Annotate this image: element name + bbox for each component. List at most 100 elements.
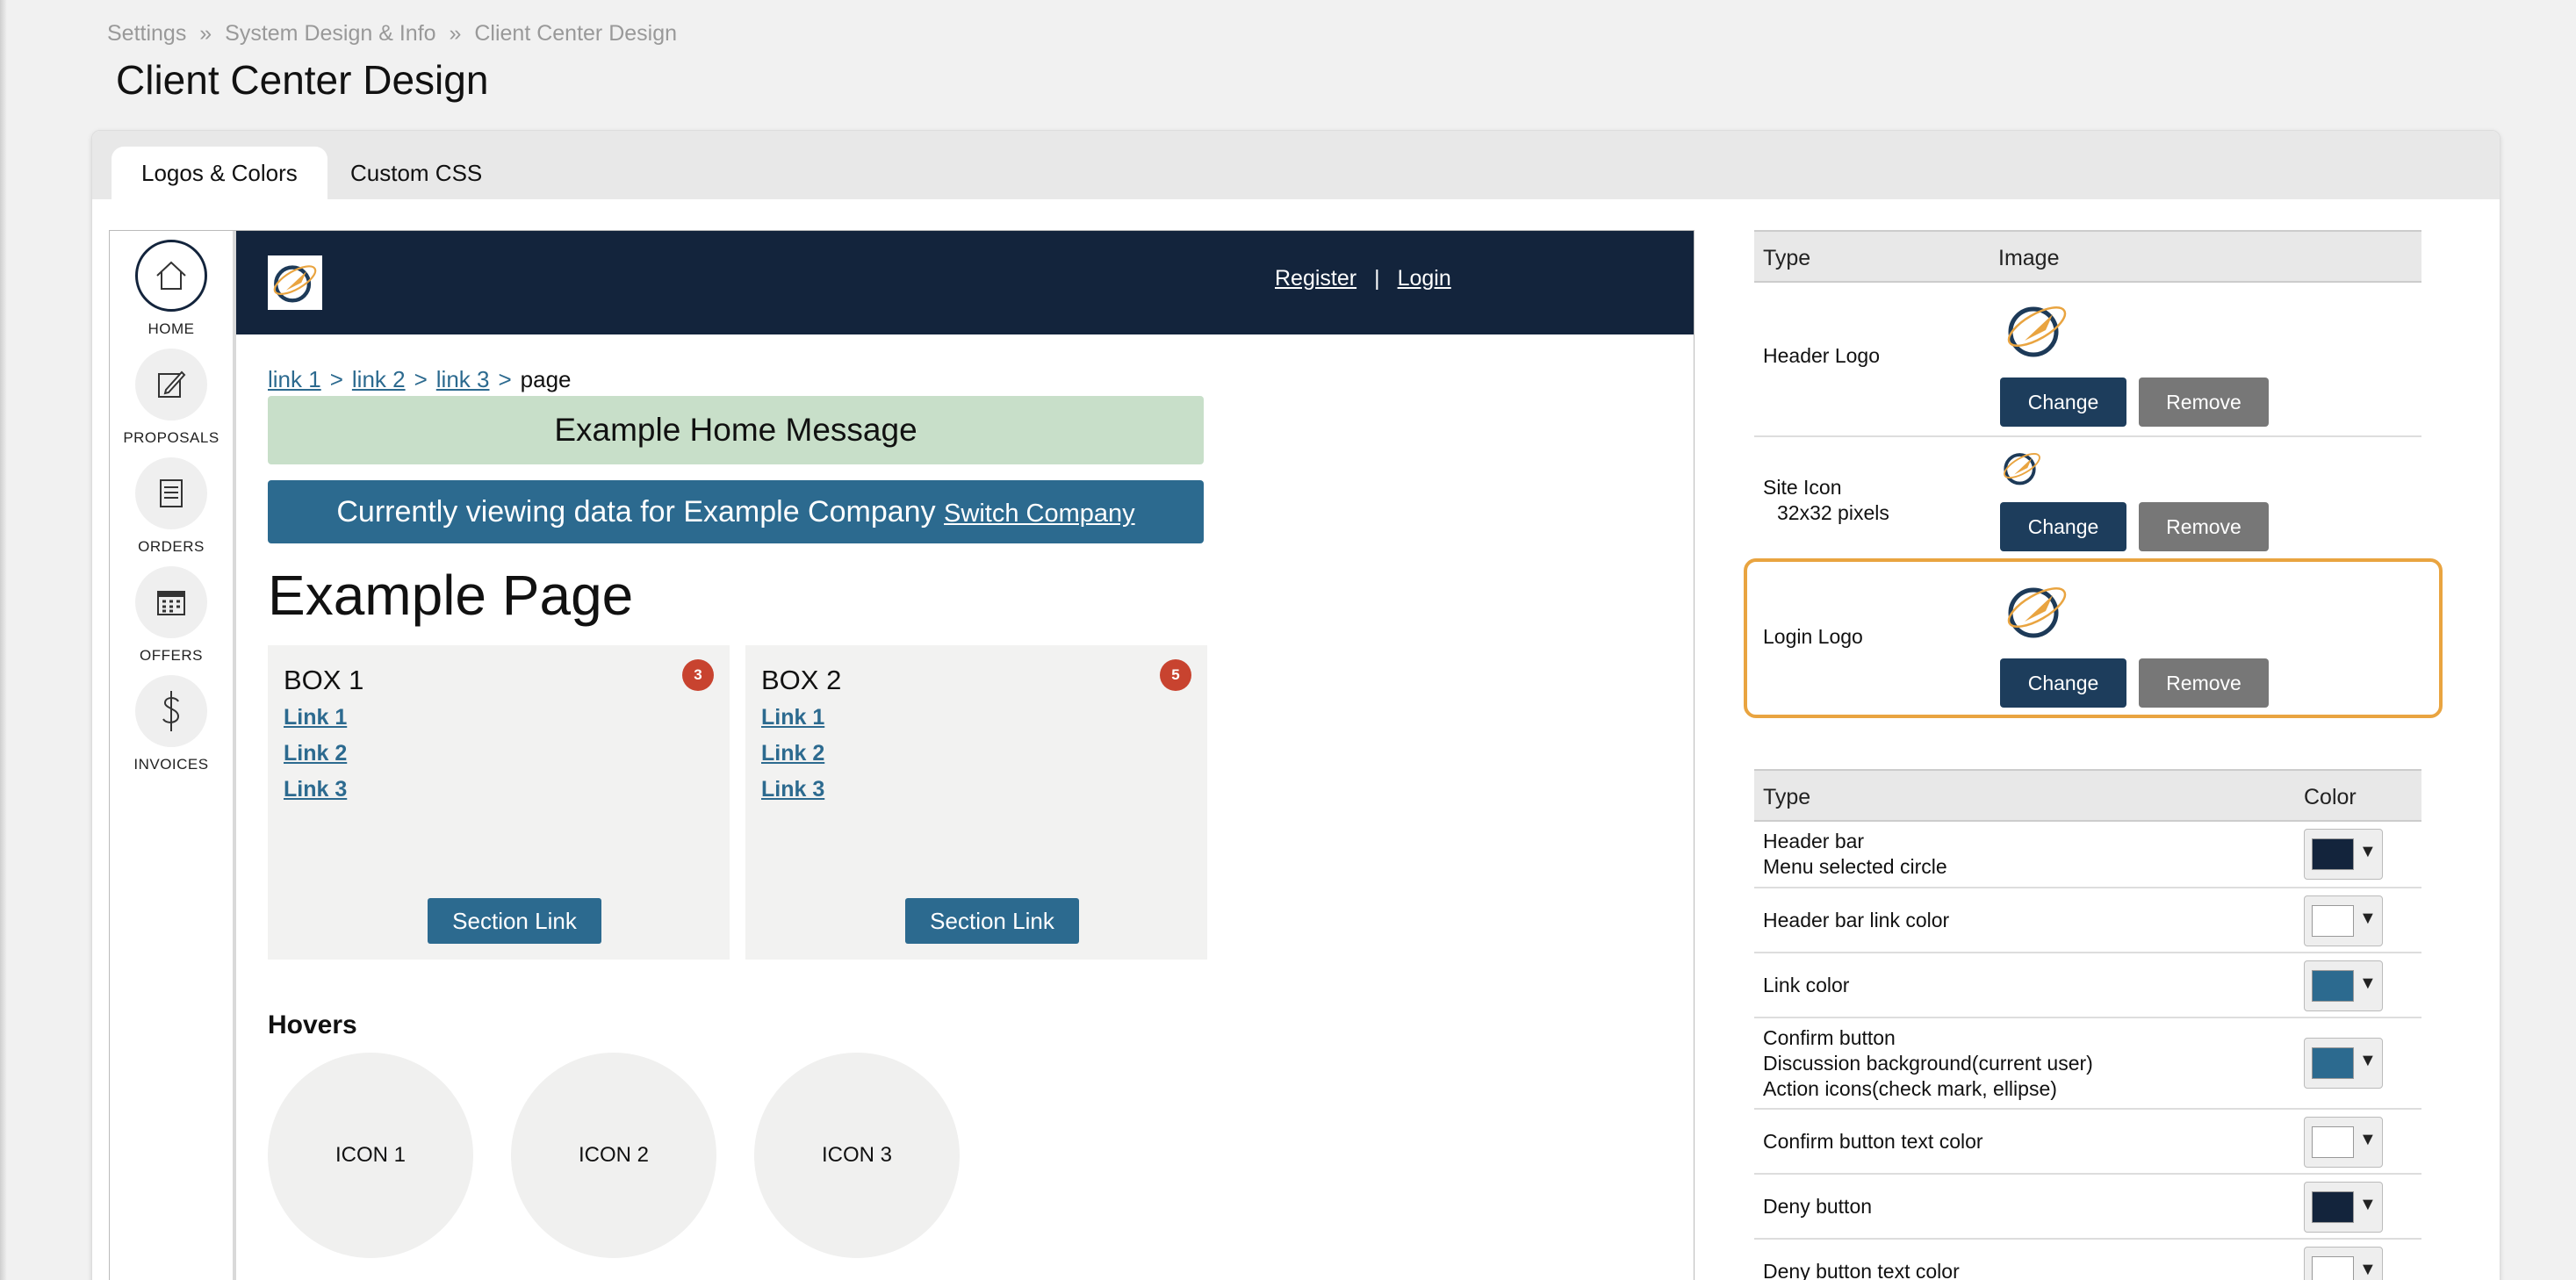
section-link-button[interactable]: Section Link [428, 898, 601, 944]
nav-circle [135, 675, 207, 747]
example-page-title: Example Page [268, 564, 634, 627]
crumb-link-2[interactable]: link 2 [352, 366, 406, 392]
color-swatch [2312, 1047, 2354, 1079]
logo-row-sublabel: 32x32 pixels [1777, 501, 1889, 524]
color-row-label: Deny button text color [1763, 1260, 1960, 1280]
nav-label: OFFERS [140, 647, 203, 664]
nav-item-orders[interactable]: ORDERS [110, 457, 233, 556]
nav-circle [135, 349, 207, 421]
nav-label: PROPOSALS [123, 429, 219, 446]
home-message: Example Home Message [268, 396, 1204, 464]
color-picker[interactable]: ▼ [2304, 1117, 2383, 1168]
login-link[interactable]: Login [1398, 266, 1451, 291]
color-row-label: Confirm button Discussion background(cur… [1763, 1025, 2093, 1102]
document-icon [160, 479, 183, 507]
tab-logos-colors[interactable]: Logos & Colors [112, 147, 327, 199]
orbit-logo-icon [2007, 306, 2067, 357]
preview-header-logo [268, 255, 322, 310]
hover-icon-3[interactable]: ICON 3 [754, 1053, 960, 1258]
logo-table-header: Type Image [1754, 230, 2421, 283]
color-picker[interactable]: ▼ [2304, 960, 2383, 1011]
color-row-line: Confirm button [1763, 1026, 1896, 1049]
color-picker[interactable]: ▼ [2304, 1182, 2383, 1233]
nav-item-proposals[interactable]: PROPOSALS [110, 349, 233, 447]
color-picker[interactable]: ▼ [2304, 1247, 2383, 1280]
hover-icon-1[interactable]: ICON 1 [268, 1053, 473, 1258]
column-type: Type [1763, 246, 1811, 270]
color-row-label: Header bar Menu selected circle [1763, 829, 1947, 880]
color-picker[interactable]: ▼ [2304, 829, 2383, 880]
box-card: BOX 1 3 Link 1 Link 2 Link 3 Section Lin… [268, 645, 730, 960]
color-row-line: Menu selected circle [1763, 855, 1947, 878]
box-title: BOX 1 [284, 665, 364, 695]
color-row-line: Discussion background(current user) [1763, 1052, 2093, 1075]
edit-icon [158, 370, 186, 398]
dropdown-arrow-icon: ▼ [2359, 1130, 2377, 1149]
color-row: Header bar link color ▼ [1754, 888, 2421, 953]
switch-company-link[interactable]: Switch Company [944, 500, 1135, 528]
color-row-label: Deny button [1763, 1195, 1873, 1218]
count-badge: 3 [682, 659, 714, 691]
box-link[interactable]: Link 2 [284, 741, 347, 766]
color-swatch [2312, 1126, 2354, 1158]
calendar-icon [157, 591, 185, 615]
color-table: Type Color Header bar Menu selected circ… [1754, 769, 2421, 1280]
register-link[interactable]: Register [1275, 266, 1356, 291]
box-link[interactable]: Link 2 [761, 741, 824, 766]
color-row-line: Action icons(check mark, ellipse) [1763, 1077, 2057, 1100]
preview-header-links: Register | Login [1275, 266, 1451, 291]
color-swatch [2312, 970, 2354, 1002]
company-bar-text: Currently viewing data for Example Compa… [336, 495, 936, 529]
box-link[interactable]: Link 1 [761, 705, 824, 730]
dropdown-arrow-icon: ▼ [2359, 1051, 2377, 1070]
orbit-logo-icon [273, 265, 317, 303]
change-button[interactable]: Change [2000, 378, 2126, 427]
nav-label: ORDERS [138, 538, 205, 555]
remove-button[interactable]: Remove [2139, 502, 2269, 551]
crumb-link-1[interactable]: link 1 [268, 366, 321, 392]
dropdown-arrow-icon: ▼ [2359, 1260, 2377, 1279]
tab-custom-css[interactable]: Custom CSS [329, 147, 503, 199]
color-picker[interactable]: ▼ [2304, 1038, 2383, 1089]
client-center-preview: HOME PROPOSALS ORDERS OFFERS INVOICES Re… [109, 230, 1695, 1280]
hovers-heading: Hovers [268, 1010, 357, 1039]
dropdown-arrow-icon: ▼ [2359, 842, 2377, 861]
breadcrumb-system-design[interactable]: System Design & Info [225, 21, 435, 46]
color-row: Confirm button text color ▼ [1754, 1110, 2421, 1175]
company-bar: Currently viewing data for Example Compa… [268, 480, 1204, 543]
box-link[interactable]: Link 3 [284, 777, 347, 802]
box-link[interactable]: Link 1 [284, 705, 347, 730]
nav-label: INVOICES [133, 756, 209, 773]
color-picker[interactable]: ▼ [2304, 895, 2383, 946]
section-link-button[interactable]: Section Link [905, 898, 1079, 944]
color-swatch [2312, 1256, 2354, 1280]
column-image: Image [1998, 246, 2060, 270]
color-row: Link color ▼ [1754, 953, 2421, 1018]
nav-circle [135, 457, 207, 529]
link-separator: | [1374, 266, 1380, 291]
remove-button[interactable]: Remove [2139, 378, 2269, 427]
window-edge [0, 0, 7, 1280]
hover-icon-2[interactable]: ICON 2 [511, 1053, 716, 1258]
nav-circle [135, 566, 207, 638]
nav-item-offers[interactable]: OFFERS [110, 566, 233, 665]
nav-item-home[interactable]: HOME [110, 240, 233, 338]
nav-item-invoices[interactable]: INVOICES [110, 675, 233, 773]
breadcrumb-separator: » [449, 21, 462, 46]
change-button[interactable]: Change [2000, 502, 2126, 551]
crumb-separator: > [329, 366, 343, 392]
tab-bar: Logos & Colors Custom CSS [92, 131, 2500, 199]
breadcrumb-settings[interactable]: Settings [107, 21, 186, 46]
color-row: Header bar Menu selected circle ▼ [1754, 822, 2421, 888]
crumb-link-3[interactable]: link 3 [436, 366, 490, 392]
crumb-separator: > [414, 366, 428, 392]
nav-label: HOME [148, 320, 195, 337]
box-link[interactable]: Link 3 [761, 777, 824, 802]
breadcrumb-separator: » [199, 21, 212, 46]
page-title: Client Center Design [116, 57, 489, 103]
color-row-label: Confirm button text color [1763, 1130, 1983, 1153]
column-color: Color [2304, 785, 2357, 809]
crumb-current: page [520, 366, 572, 392]
dropdown-arrow-icon: ▼ [2359, 974, 2377, 993]
color-row: Deny button ▼ [1754, 1175, 2421, 1240]
